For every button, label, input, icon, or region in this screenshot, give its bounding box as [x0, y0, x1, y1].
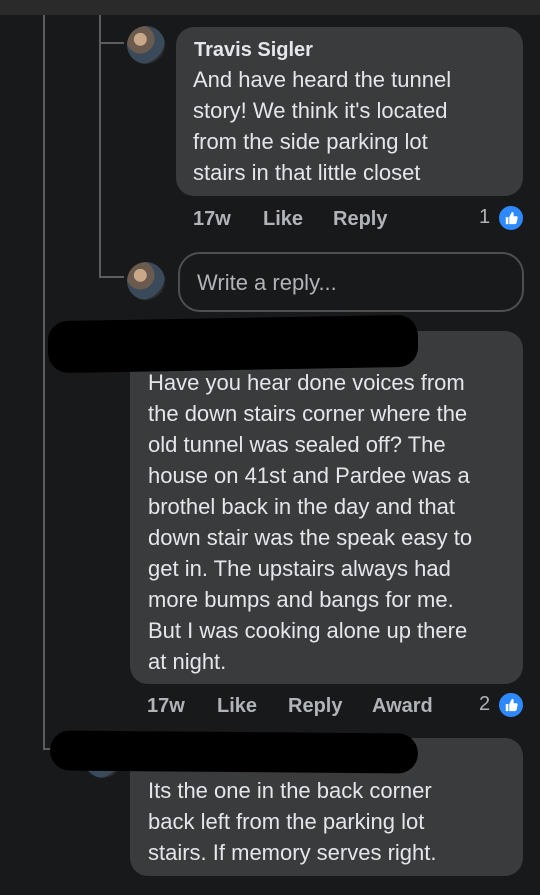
comment-text: And have heard the tunnel story! We thin… — [193, 67, 452, 185]
like-button[interactable]: Like — [263, 208, 303, 231]
like-button[interactable]: Like — [217, 695, 257, 718]
redaction-mark — [47, 314, 419, 374]
reply-input-placeholder[interactable]: Write a reply... — [197, 270, 337, 296]
reply-button[interactable]: Reply — [333, 208, 387, 231]
thumbs-up-icon[interactable] — [497, 204, 525, 232]
top-bar — [0, 0, 540, 15]
comment-author[interactable]: Travis Sigler — [194, 39, 313, 62]
comment-timestamp[interactable]: 17w — [147, 695, 185, 718]
thread-line-outer — [43, 15, 45, 750]
reaction-count[interactable]: 1 — [479, 206, 490, 229]
comment-timestamp[interactable]: 17w — [193, 208, 231, 231]
thread-line-branch-2 — [99, 276, 124, 278]
award-button[interactable]: Award — [372, 695, 433, 718]
comment-text: Its the one in the back corner back left… — [148, 778, 437, 865]
avatar[interactable] — [127, 26, 165, 64]
redaction-mark — [49, 730, 419, 774]
thread-line-branch-3 — [99, 42, 124, 44]
comment-text: Have you hear done voices from the down … — [148, 370, 473, 674]
reply-button[interactable]: Reply — [288, 695, 342, 718]
reaction-count[interactable]: 2 — [479, 693, 490, 716]
avatar[interactable] — [127, 262, 165, 300]
thumbs-up-icon[interactable] — [497, 691, 525, 719]
thread-line-inner — [99, 15, 101, 278]
